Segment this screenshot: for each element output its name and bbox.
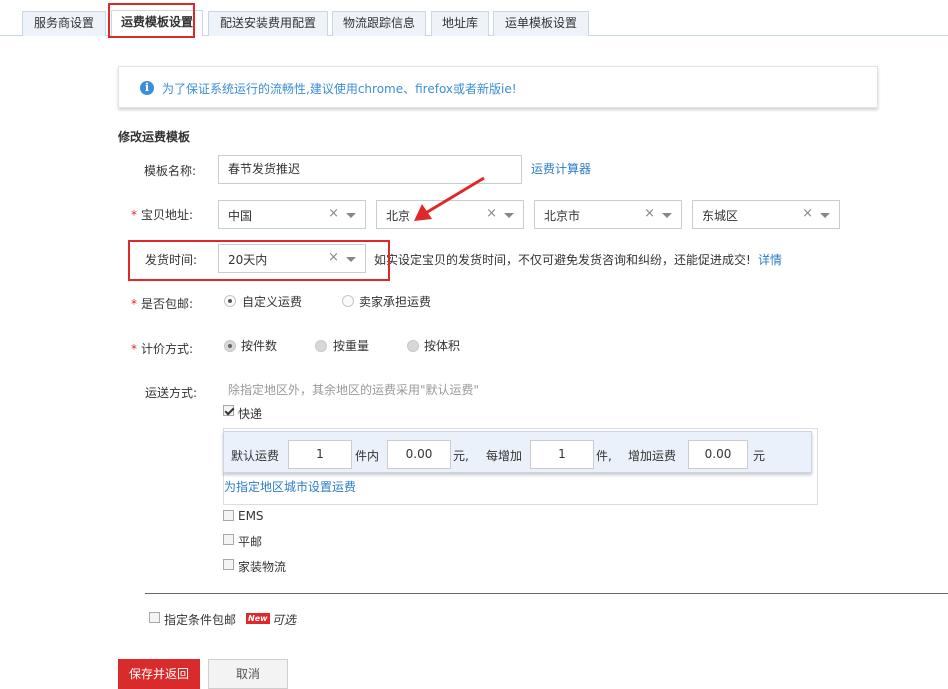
- info-icon: i: [140, 81, 154, 95]
- radio-by-count[interactable]: [224, 340, 236, 352]
- add-fee-input[interactable]: 0.00: [688, 440, 748, 469]
- clear-icon[interactable]: ×: [644, 206, 655, 221]
- cancel-button[interactable]: 取消: [208, 659, 288, 689]
- yuan2-label: 元: [753, 449, 766, 463]
- ship-time-hint: 如实设定宝贝的发货时间，不仅可避免发货咨询和纠纷，还能促进成交!: [374, 253, 751, 267]
- save-and-return-button[interactable]: 保存并返回: [118, 659, 200, 689]
- first-fee-input[interactable]: 0.00: [387, 440, 451, 469]
- browser-notice-banner: i 为了保证系统运行的流畅性,建议使用chrome、firefox或者新版ie!: [118, 66, 878, 108]
- region-freight-link[interactable]: 为指定地区城市设置运费: [224, 478, 356, 495]
- district-select[interactable]: 东城区 ×: [692, 200, 840, 229]
- optional-label: 可选: [272, 613, 297, 627]
- first-count-input[interactable]: 1: [288, 440, 352, 469]
- annotation-box-tab: [108, 3, 195, 38]
- radio-seller-pays-label: 卖家承担运费: [359, 295, 432, 309]
- checkbox-express[interactable]: [223, 405, 234, 416]
- section-divider: [145, 593, 948, 594]
- address-label: * 宝贝地址:: [131, 208, 194, 222]
- chevron-down-icon: [820, 213, 830, 218]
- radio-by-count-label: 按件数: [241, 339, 278, 353]
- add-fee-label: 增加运费: [628, 449, 677, 463]
- browser-notice-text: 为了保证系统运行的流畅性,建议使用chrome、firefox或者新版ie!: [162, 82, 517, 96]
- radio-custom-freight-label: 自定义运费: [242, 295, 303, 309]
- shipping-method-note: 除指定地区外，其余地区的运费采用"默认运费": [228, 383, 480, 397]
- new-badge: New: [246, 613, 270, 624]
- template-name-label: 模板名称:: [144, 164, 197, 178]
- checkbox-ems[interactable]: [223, 510, 234, 521]
- clear-icon[interactable]: ×: [486, 206, 497, 221]
- province-select[interactable]: 北京 ×: [376, 200, 524, 229]
- shipping-method-label: 运送方式:: [145, 386, 198, 400]
- annotation-box-ship-time: [128, 240, 390, 281]
- default-fee-row: 默认运费 1 件内 0.00 元, 每增加 1 件, 增加运费 0.00 元: [223, 431, 812, 473]
- clear-icon[interactable]: ×: [328, 206, 339, 221]
- checkbox-surface-mail[interactable]: [223, 534, 234, 545]
- tab-address-book[interactable]: 地址库: [431, 11, 489, 36]
- country-select[interactable]: 中国 ×: [218, 200, 366, 229]
- free-shipping-label: * 是否包邮:: [131, 297, 194, 311]
- chevron-down-icon: [504, 213, 514, 218]
- chevron-down-icon: [662, 213, 672, 218]
- city-select[interactable]: 北京市 ×: [534, 200, 682, 229]
- first-unit-label: 件内: [355, 449, 380, 463]
- checkbox-express-label: 快递: [238, 407, 263, 421]
- tab-delivery-install-fee[interactable]: 配送安装费用配置: [208, 11, 328, 36]
- template-name-input[interactable]: 春节发货推迟: [218, 155, 522, 184]
- chevron-down-icon: [346, 213, 356, 218]
- default-fee-label: 默认运费: [231, 449, 280, 463]
- checkbox-furniture-logistics-label: 家装物流: [238, 560, 287, 574]
- tab-logistics-tracking[interactable]: 物流跟踪信息: [332, 11, 426, 36]
- each-add-label: 每增加: [486, 449, 523, 463]
- checkbox-ems-label: EMS: [238, 509, 264, 523]
- add-count-input[interactable]: 1: [530, 440, 594, 469]
- pricing-label: * 计价方式:: [131, 342, 194, 356]
- clear-icon[interactable]: ×: [802, 206, 813, 221]
- freight-calculator-link[interactable]: 运费计算器: [531, 160, 591, 177]
- page-title: 修改运费模板: [118, 130, 191, 144]
- radio-by-weight[interactable]: [315, 340, 327, 352]
- add-unit-label: 件,: [596, 449, 612, 463]
- yuan-label: 元,: [453, 449, 469, 463]
- ship-time-details-link[interactable]: 详情: [758, 251, 782, 268]
- radio-by-volume-label: 按体积: [424, 339, 461, 353]
- radio-by-weight-label: 按重量: [333, 339, 370, 353]
- tab-waybill-template[interactable]: 运单模板设置: [493, 11, 589, 36]
- checkbox-conditional-free[interactable]: [149, 612, 160, 623]
- checkbox-furniture-logistics[interactable]: [223, 559, 234, 570]
- tab-service-provider[interactable]: 服务商设置: [22, 11, 106, 36]
- checkbox-surface-mail-label: 平邮: [238, 535, 263, 549]
- checkbox-conditional-free-label: 指定条件包邮: [164, 613, 237, 627]
- radio-seller-pays[interactable]: [342, 295, 354, 307]
- radio-by-volume[interactable]: [407, 340, 419, 352]
- radio-custom-freight[interactable]: [224, 295, 236, 307]
